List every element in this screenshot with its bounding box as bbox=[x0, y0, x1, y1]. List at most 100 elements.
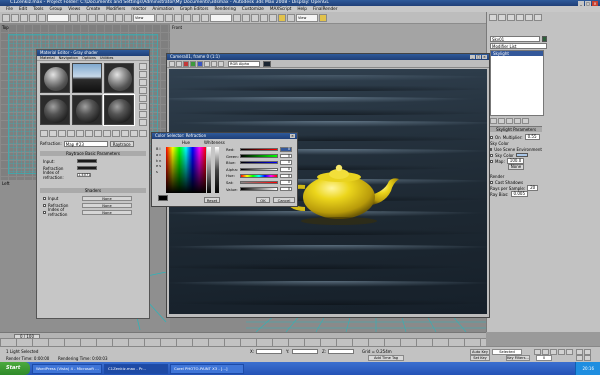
map-name-field[interactable]: Map #23 bbox=[63, 140, 108, 147]
viewport-label[interactable]: Left bbox=[2, 181, 10, 186]
blackness-ramp[interactable] bbox=[207, 147, 211, 193]
channel-slider[interactable] bbox=[240, 167, 278, 172]
channel-spinner[interactable]: 0 bbox=[280, 173, 292, 179]
pivot-center-icon[interactable] bbox=[156, 13, 164, 22]
ior-shader-button[interactable]: None bbox=[82, 209, 132, 215]
pin-stack-icon[interactable] bbox=[490, 118, 497, 124]
channel-slider[interactable] bbox=[240, 180, 278, 185]
channel-slider[interactable] bbox=[240, 160, 278, 165]
alpha-channel-icon[interactable] bbox=[204, 60, 210, 67]
channel-spinner[interactable]: 0 bbox=[280, 147, 292, 152]
angle-snap-icon[interactable] bbox=[183, 13, 191, 22]
selection-filter-dropdown[interactable] bbox=[47, 13, 69, 22]
channel-slider[interactable] bbox=[240, 147, 278, 152]
sample-slot[interactable] bbox=[40, 63, 70, 93]
mat-menu-navigation[interactable]: Navigation bbox=[59, 56, 78, 60]
on-checkbox[interactable] bbox=[490, 135, 493, 139]
create-tab-icon[interactable] bbox=[489, 14, 497, 21]
close-icon[interactable]: × bbox=[592, 0, 598, 6]
render-setup-icon[interactable] bbox=[287, 13, 295, 22]
mat-menu-options[interactable]: Options bbox=[82, 56, 96, 60]
map-type-button[interactable]: Raytrace bbox=[109, 140, 134, 147]
y-coord-field[interactable] bbox=[292, 349, 318, 354]
channel-spinner[interactable]: 0 bbox=[280, 180, 292, 185]
video-color-check-icon[interactable] bbox=[139, 95, 147, 102]
green-channel-icon[interactable] bbox=[190, 60, 196, 67]
unlink-icon[interactable] bbox=[29, 13, 37, 22]
channel-spinner[interactable]: 0 bbox=[280, 153, 292, 159]
viewport-label[interactable]: Top bbox=[2, 25, 9, 30]
minimize-icon[interactable]: _ bbox=[578, 0, 584, 6]
align-icon[interactable] bbox=[242, 13, 250, 22]
sample-slot[interactable] bbox=[72, 95, 102, 125]
ray-bias-spinner[interactable]: 0.005 bbox=[510, 190, 528, 198]
sample-slot[interactable] bbox=[40, 95, 70, 125]
mirror-icon[interactable] bbox=[233, 13, 241, 22]
sky-color-radio[interactable] bbox=[490, 153, 493, 157]
channel-dropdown[interactable]: RGB Alpha bbox=[228, 60, 260, 67]
channel-slider[interactable] bbox=[240, 174, 278, 178]
map-none-button[interactable]: None bbox=[507, 163, 525, 171]
rect-selection-icon[interactable] bbox=[88, 13, 96, 22]
whiteness-ramp[interactable] bbox=[215, 147, 219, 193]
make-unique-icon[interactable] bbox=[506, 118, 513, 124]
select-manipulate-icon[interactable] bbox=[165, 13, 173, 22]
x-coord-field[interactable] bbox=[256, 349, 282, 354]
object-name-field[interactable]: Sky01 bbox=[490, 36, 540, 42]
remove-modifier-icon[interactable] bbox=[514, 118, 521, 124]
modifier-stack[interactable]: Skylight bbox=[490, 50, 544, 116]
sample-slot[interactable] bbox=[72, 63, 102, 93]
channel-slider[interactable] bbox=[240, 154, 278, 158]
task-3dsmax[interactable]: C1Zenkiz.max - Pr... bbox=[104, 363, 168, 374]
track-bar[interactable] bbox=[0, 338, 486, 346]
input-shader-button[interactable]: None bbox=[82, 195, 132, 201]
select-by-name-icon[interactable] bbox=[79, 13, 87, 22]
material-editor-icon[interactable] bbox=[278, 13, 286, 22]
multiplier-spinner[interactable]: 0.55 bbox=[524, 133, 540, 141]
bind-space-warp-icon[interactable] bbox=[38, 13, 46, 22]
get-material-icon[interactable] bbox=[40, 130, 48, 137]
reference-coordinate-dropdown[interactable]: View bbox=[133, 13, 155, 22]
channel-spinner[interactable]: 0 bbox=[280, 167, 292, 172]
save-bitmap-icon[interactable] bbox=[169, 60, 175, 67]
input-swatch[interactable] bbox=[77, 159, 97, 163]
named-selection-dropdown[interactable] bbox=[210, 13, 232, 22]
sample-slot[interactable] bbox=[104, 63, 134, 93]
put-to-scene-icon[interactable] bbox=[49, 130, 57, 137]
ior-shader-checkbox[interactable] bbox=[43, 210, 46, 214]
link-icon[interactable] bbox=[20, 13, 28, 22]
utilities-tab-icon[interactable] bbox=[534, 14, 542, 21]
key-filters-button[interactable]: Key Filters... bbox=[506, 355, 530, 361]
refraction-swatch[interactable] bbox=[77, 166, 97, 170]
modifier-list-dropdown[interactable]: Modifier List bbox=[490, 43, 547, 49]
cast-shadows-checkbox[interactable] bbox=[490, 180, 493, 184]
use-scene-env-radio[interactable] bbox=[490, 147, 493, 151]
snaps-toggle-icon[interactable] bbox=[174, 13, 182, 22]
refraction-shader-checkbox[interactable] bbox=[43, 203, 46, 207]
reset-map-icon[interactable] bbox=[67, 130, 75, 137]
render-type-dropdown[interactable]: View bbox=[296, 13, 318, 22]
window-crossing-icon[interactable] bbox=[97, 13, 105, 22]
select-object-icon[interactable] bbox=[70, 13, 78, 22]
mat-menu-utilities[interactable]: Utilities bbox=[100, 56, 114, 60]
scale-icon[interactable] bbox=[124, 13, 132, 22]
maximize-icon[interactable]: □ bbox=[476, 54, 481, 59]
mat-menu-material[interactable]: Material bbox=[40, 56, 55, 60]
rotate-icon[interactable] bbox=[115, 13, 123, 22]
reset-button[interactable]: Reset bbox=[204, 197, 220, 203]
red-channel-icon[interactable] bbox=[183, 60, 189, 67]
go-to-parent-icon[interactable] bbox=[130, 130, 138, 137]
raytrace-params-rollout[interactable]: Raytrace Basic Parameters bbox=[40, 151, 146, 156]
clone-frame-icon[interactable] bbox=[176, 60, 182, 67]
rollout-title[interactable]: Skylight Parameters bbox=[490, 127, 542, 132]
viewport-label[interactable]: Front bbox=[172, 25, 182, 30]
make-unique-icon[interactable] bbox=[85, 130, 93, 137]
go-forward-sibling-icon[interactable] bbox=[139, 130, 147, 137]
modify-tab-icon[interactable] bbox=[498, 14, 506, 21]
sky-color-swatch[interactable] bbox=[515, 153, 528, 157]
hierarchy-tab-icon[interactable] bbox=[507, 14, 515, 21]
shaders-rollout[interactable]: Shaders bbox=[40, 188, 146, 193]
sample-type-icon[interactable] bbox=[139, 63, 147, 70]
spinner-snap-icon[interactable] bbox=[201, 13, 209, 22]
material-id-icon[interactable] bbox=[103, 130, 111, 137]
